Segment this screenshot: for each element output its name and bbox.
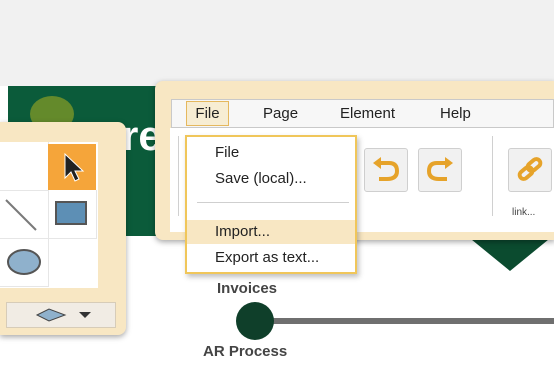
menu-element[interactable]: Element xyxy=(340,100,395,127)
ellipse-icon xyxy=(7,249,41,275)
menu-file[interactable]: File xyxy=(186,101,229,126)
palette-cell[interactable] xyxy=(0,142,49,191)
link-icon xyxy=(517,157,543,181)
menu-bar: File Page Element Help xyxy=(171,99,554,128)
link-caption: link... xyxy=(512,207,536,218)
pen-icon xyxy=(35,308,91,322)
undo-button[interactable] xyxy=(364,148,408,192)
process-node[interactable] xyxy=(236,302,274,340)
pen-tool-dropdown[interactable] xyxy=(6,302,116,328)
select-tool[interactable] xyxy=(48,144,96,190)
invoices-label: Invoices xyxy=(217,280,278,297)
file-menu-item-save-local[interactable]: Save (local)... xyxy=(187,167,355,191)
link-button[interactable] xyxy=(508,148,552,192)
menu-help[interactable]: Help xyxy=(440,100,471,127)
line-icon xyxy=(5,199,37,231)
background-top xyxy=(0,0,554,86)
redo-button[interactable] xyxy=(418,148,462,192)
file-menu-item-import[interactable]: Import... xyxy=(187,220,355,244)
ellipse-tool[interactable] xyxy=(0,238,49,287)
rectangle-tool[interactable] xyxy=(48,190,97,239)
process-connector xyxy=(254,318,554,324)
menu-page[interactable]: Page xyxy=(263,100,298,127)
undo-icon xyxy=(373,157,400,181)
toolbar-separator xyxy=(178,136,179,216)
rectangle-icon xyxy=(55,201,87,225)
ar-process-label: AR Process xyxy=(203,343,288,360)
redo-icon xyxy=(426,157,453,181)
menu-separator xyxy=(197,202,349,203)
file-menu-item-export-text[interactable]: Export as text... xyxy=(187,246,355,270)
file-menu-dropdown: File Save (local)... Import... Export as… xyxy=(185,135,357,274)
pointer-icon xyxy=(64,152,85,182)
toolbar-separator xyxy=(492,136,493,216)
line-tool[interactable] xyxy=(0,190,49,239)
banner-pointer xyxy=(466,235,554,271)
file-menu-item-file[interactable]: File xyxy=(187,141,355,165)
